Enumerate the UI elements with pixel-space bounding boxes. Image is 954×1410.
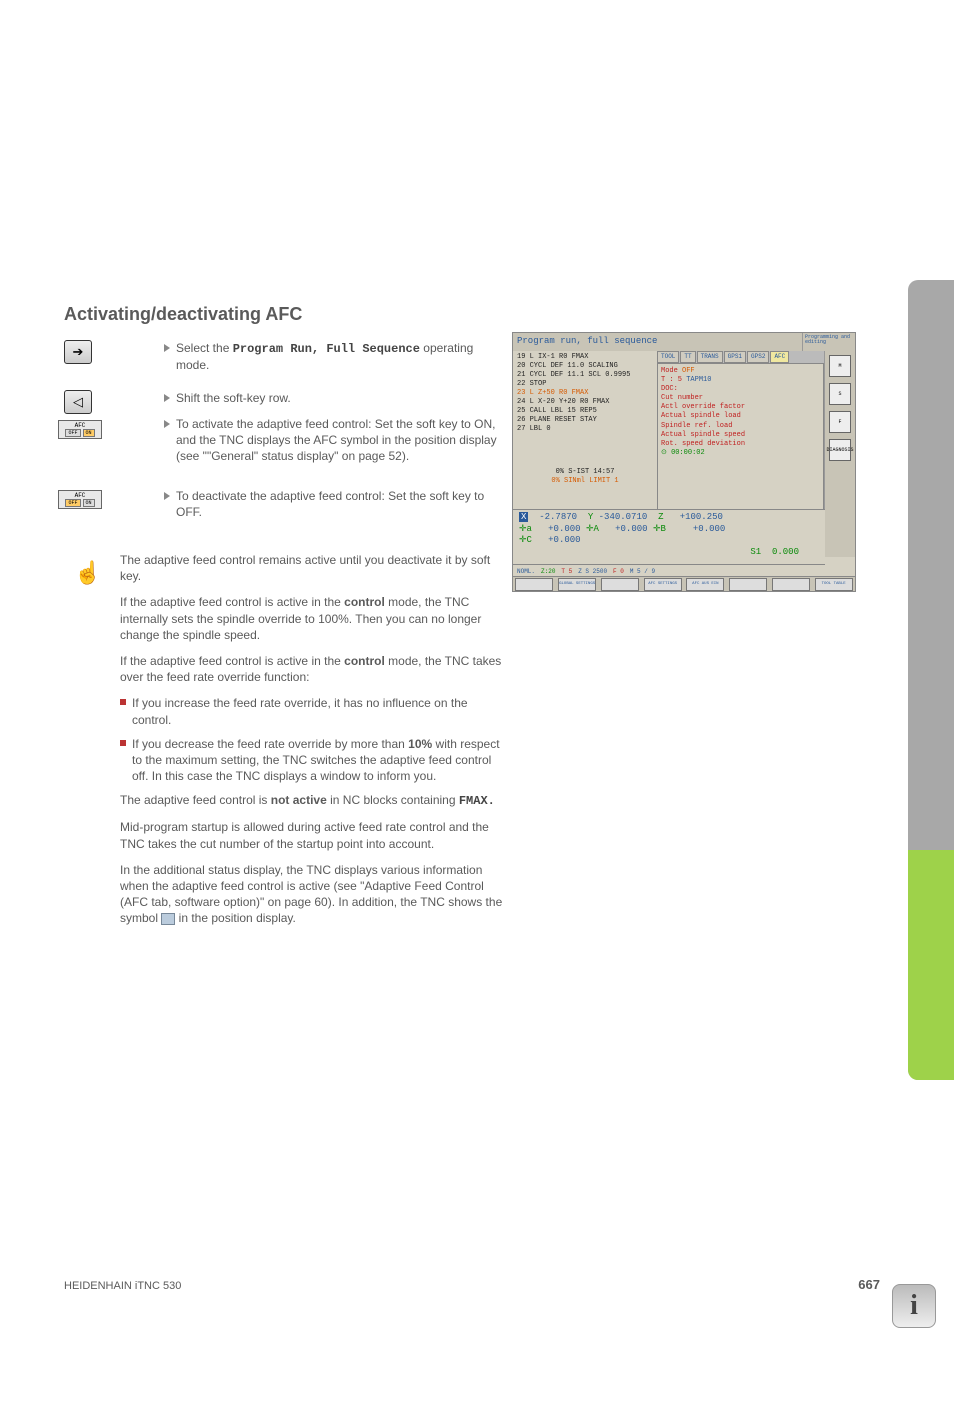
sc-coords: X -2.7870 Y -340.0710 Z +100.250 ✛a +0.0…	[513, 509, 825, 561]
info-icon: i	[892, 1284, 936, 1328]
step-2: Shift the soft-key row.	[164, 390, 504, 406]
sc-tabs: TOOLTTTRANSGPS1GPS2AFC	[657, 351, 824, 363]
note-block: The adaptive feed control remains active…	[120, 552, 504, 937]
footer-text: HEIDENHAIN iTNC 530	[64, 1280, 181, 1292]
sc-right-toolbar: MSFDIAGNOSIS	[824, 351, 855, 557]
side-tab	[908, 280, 954, 1080]
step-1: Select the Program Run, Full Sequence op…	[164, 340, 504, 373]
step-4: To deactivate the adaptive feed control:…	[164, 488, 504, 520]
mode-icon: ➔	[64, 340, 96, 364]
hand-icon: ☝	[74, 560, 106, 586]
afc-on-softkey: AFC OFFON	[58, 420, 90, 439]
tnc-screenshot: Program run, full sequence Programming a…	[512, 332, 856, 592]
page-number: 667	[858, 1277, 880, 1292]
sc-softkey-row: GLOBAL SETTINGSAFC SETTINGSAFC AUS EINTO…	[513, 576, 855, 591]
side-tab-text: 12.9 Adaptive Feed Control Software Opti…	[950, 790, 954, 1410]
sc-side-title: Programming and editing	[803, 333, 855, 351]
afc-off-softkey: AFC OFFON	[58, 490, 90, 509]
sc-title: Program run, full sequence	[513, 333, 803, 351]
afc-symbol-icon	[161, 913, 175, 925]
side-tab-highlight	[908, 850, 954, 1080]
section-heading: Activating/deactivating AFC	[64, 304, 302, 325]
bullet-1: If you increase the feed rate override, …	[120, 695, 504, 727]
bullet-2: If you decrease the feed rate override b…	[120, 736, 504, 785]
shift-icon: ◁	[64, 390, 96, 414]
step-3: To activate the adaptive feed control: S…	[164, 416, 504, 465]
